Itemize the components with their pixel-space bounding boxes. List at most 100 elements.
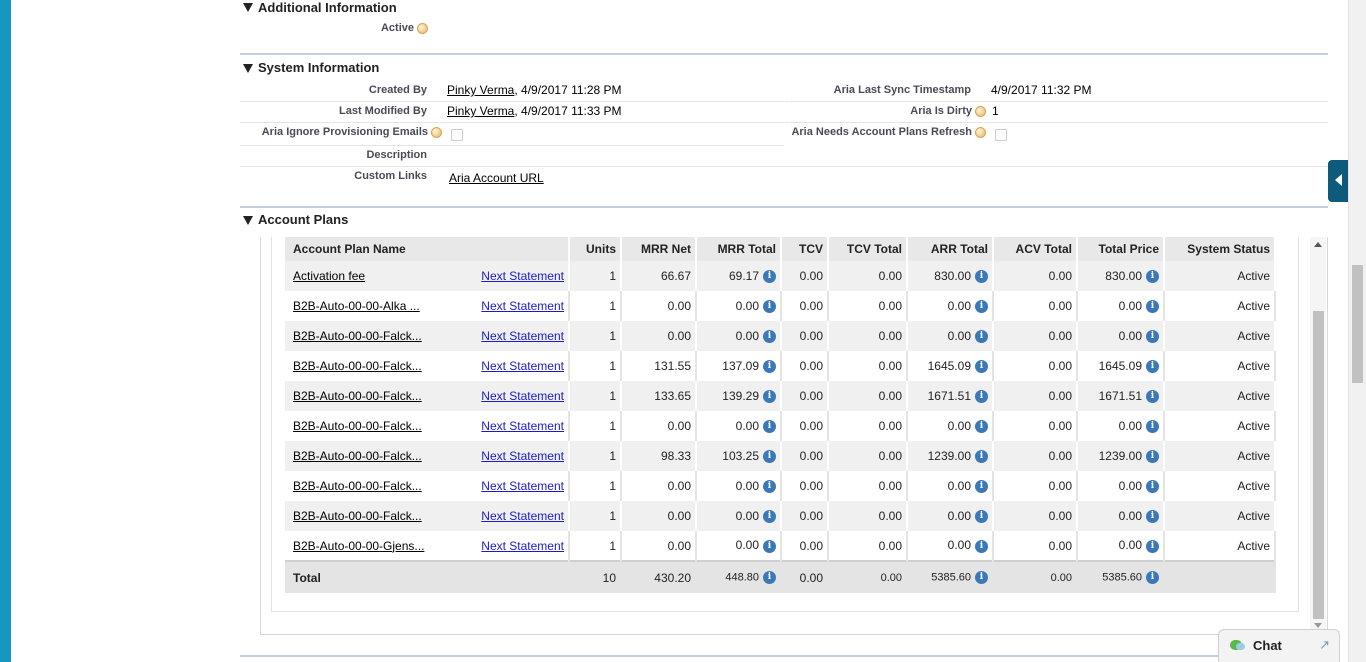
next-statement-link[interactable]: Next Statement — [481, 359, 564, 373]
info-icon[interactable]: i — [1146, 539, 1159, 553]
page-scrollbar[interactable] — [1348, 0, 1366, 662]
scroll-down-arrow-icon[interactable] — [1314, 623, 1322, 628]
column-header[interactable]: System Status — [1164, 237, 1276, 261]
next-statement-link[interactable]: Next Statement — [481, 419, 564, 433]
total-tcv-total: 0.00 — [828, 560, 908, 593]
info-icon[interactable]: i — [975, 480, 988, 494]
help-icon[interactable] — [431, 126, 442, 138]
info-icon[interactable]: i — [763, 510, 776, 524]
sidebar-toggle-tab[interactable] — [1328, 160, 1348, 202]
custom-links-label: Custom Links — [354, 170, 427, 182]
plan-name-link[interactable]: B2B-Auto-00-00-Falck... — [293, 509, 422, 523]
info-icon[interactable]: i — [763, 390, 776, 404]
system-info-header[interactable]: System Information — [240, 60, 1328, 82]
collapse-triangle-icon[interactable] — [243, 64, 253, 73]
plan-name-link[interactable]: B2B-Auto-00-00-Falck... — [293, 419, 422, 433]
plan-name-link[interactable]: B2B-Auto-00-00-Falck... — [293, 449, 422, 463]
cell-tcv: 0.00 — [781, 531, 829, 561]
plan-name-link[interactable]: B2B-Auto-00-00-Falck... — [293, 329, 422, 343]
info-icon[interactable]: i — [763, 330, 776, 344]
cell-units: 1 — [569, 291, 622, 321]
info-icon[interactable]: i — [1146, 330, 1159, 344]
collapse-triangle-icon[interactable] — [243, 3, 253, 12]
info-icon[interactable]: i — [975, 510, 988, 524]
chat-widget[interactable]: Chat ↗ — [1218, 629, 1340, 662]
info-icon[interactable]: i — [975, 571, 988, 584]
aria-ignore-emails-label: Aria Ignore Provisioning Emails — [240, 126, 442, 138]
cell-tcv: 0.00 — [781, 441, 829, 471]
cell-units: 1 — [569, 351, 622, 381]
plan-name-link[interactable]: B2B-Auto-00-00-Falck... — [293, 479, 422, 493]
description-label: Description — [366, 149, 427, 161]
next-statement-link[interactable]: Next Statement — [481, 299, 564, 313]
info-icon[interactable]: i — [763, 420, 776, 434]
info-icon[interactable]: i — [763, 300, 776, 314]
info-icon[interactable]: i — [763, 270, 776, 284]
column-header[interactable]: ACV Total — [993, 237, 1078, 261]
info-icon[interactable]: i — [975, 390, 988, 404]
info-icon[interactable]: i — [1146, 270, 1159, 284]
next-statement-link[interactable]: Next Statement — [481, 329, 564, 343]
info-icon[interactable]: i — [763, 480, 776, 494]
column-header[interactable]: ARR Total — [907, 237, 994, 261]
plan-name-link[interactable]: Activation fee — [293, 269, 365, 283]
created-by-user-link[interactable]: Pinky Verma — [447, 83, 514, 97]
additional-info-header[interactable]: Additional Information — [240, 0, 1328, 22]
column-header[interactable]: TCV — [781, 237, 829, 261]
info-icon[interactable]: i — [1146, 390, 1159, 404]
cell-mrr-net: 0.00 — [621, 291, 697, 321]
plan-name-link[interactable]: B2B-Auto-00-00-Gjens... — [293, 539, 424, 553]
info-icon[interactable]: i — [1146, 480, 1159, 494]
info-icon[interactable]: i — [763, 539, 776, 553]
help-icon[interactable] — [975, 105, 986, 117]
next-statement-link[interactable]: Next Statement — [481, 389, 564, 403]
info-icon[interactable]: i — [975, 450, 988, 464]
help-icon[interactable] — [975, 126, 986, 138]
aria-needs-refresh-checkbox[interactable] — [995, 129, 1007, 141]
info-icon[interactable]: i — [975, 420, 988, 434]
aria-account-url-link[interactable]: Aria Account URL — [449, 171, 544, 185]
info-icon[interactable]: i — [1146, 571, 1159, 584]
info-icon[interactable]: i — [1146, 360, 1159, 374]
next-statement-link[interactable]: Next Statement — [481, 539, 564, 553]
column-header[interactable]: TCV Total — [828, 237, 908, 261]
help-icon[interactable] — [417, 22, 428, 34]
info-icon[interactable]: i — [975, 300, 988, 314]
table-row: Next Statement B2B-Auto-00-00-Falck... 1 0.… — [285, 471, 1276, 501]
plan-name-link[interactable]: B2B-Auto-00-00-Falck... — [293, 389, 422, 403]
last-modified-user-link[interactable]: Pinky Verma — [447, 104, 514, 118]
info-icon[interactable]: i — [763, 360, 776, 374]
aria-ignore-emails-checkbox[interactable] — [451, 129, 463, 141]
column-header[interactable]: MRR Total — [696, 237, 782, 261]
plan-name-link[interactable]: B2B-Auto-00-00-Alka ... — [293, 299, 420, 313]
column-header[interactable]: Account Plan Name — [285, 237, 570, 261]
collapse-triangle-icon[interactable] — [243, 216, 253, 225]
info-icon[interactable]: i — [975, 360, 988, 374]
scroll-up-arrow-icon[interactable] — [1314, 242, 1322, 247]
plan-name-link[interactable]: B2B-Auto-00-00-Falck... — [293, 359, 422, 373]
cell-mrr-total: 0.00 i — [696, 291, 782, 321]
info-icon[interactable]: i — [1146, 450, 1159, 464]
info-icon[interactable]: i — [975, 270, 988, 284]
page-scrollbar-thumb[interactable] — [1352, 265, 1363, 383]
next-statement-link[interactable]: Next Statement — [481, 449, 564, 463]
scrollbar-thumb[interactable] — [1313, 311, 1324, 619]
next-statement-link[interactable]: Next Statement — [481, 269, 564, 283]
account-plans-header[interactable]: Account Plans — [240, 212, 1328, 234]
info-icon[interactable]: i — [1146, 420, 1159, 434]
next-statement-link[interactable]: Next Statement — [481, 509, 564, 523]
info-icon[interactable]: i — [975, 330, 988, 344]
column-header[interactable]: Units — [569, 237, 622, 261]
info-icon[interactable]: i — [763, 450, 776, 464]
info-icon[interactable]: i — [1146, 300, 1159, 314]
info-icon[interactable]: i — [763, 571, 776, 584]
collapse-left-arrow-icon[interactable] — [1335, 174, 1342, 186]
next-statement-link[interactable]: Next Statement — [481, 479, 564, 493]
column-header[interactable]: Total Price — [1077, 237, 1165, 261]
info-icon[interactable]: i — [975, 539, 988, 553]
column-header[interactable]: MRR Net — [621, 237, 697, 261]
account-plans-scrollbar[interactable] — [1310, 237, 1326, 630]
expand-arrow-icon[interactable]: ↗ — [1319, 637, 1330, 653]
cell-tcv-total: 0.00 — [828, 501, 908, 531]
info-icon[interactable]: i — [1146, 510, 1159, 524]
